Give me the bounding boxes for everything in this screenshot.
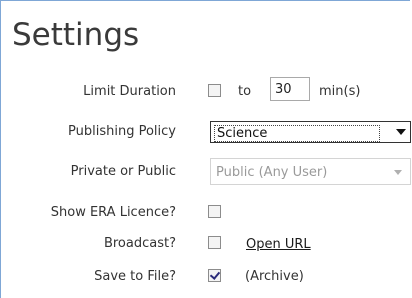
duration-minutes-input[interactable] <box>270 77 310 101</box>
archive-note: (Archive) <box>245 269 304 284</box>
broadcast-checkbox[interactable] <box>208 236 221 249</box>
publishing-policy-value: Science <box>214 125 380 142</box>
private-public-label: Private or Public <box>70 164 176 179</box>
settings-panel: Settings Limit Duration to min(s) Publis… <box>0 0 411 298</box>
publishing-policy-label: Publishing Policy <box>68 124 176 139</box>
to-label: to <box>238 84 252 99</box>
chevron-down-icon <box>396 129 406 135</box>
broadcast-label: Broadcast? <box>103 236 176 251</box>
chevron-down-icon <box>394 170 402 175</box>
private-public-value: Public (Any User) <box>216 165 328 180</box>
limit-duration-label: Limit Duration <box>83 84 176 99</box>
save-to-file-checkbox[interactable] <box>208 269 221 282</box>
save-to-file-label: Save to File? <box>94 269 176 284</box>
publishing-policy-select[interactable]: Science <box>210 121 411 143</box>
minutes-unit-label: min(s) <box>319 84 361 99</box>
private-public-select: Public (Any User) <box>210 158 411 185</box>
open-url-link[interactable]: Open URL <box>246 237 311 252</box>
panel-title: Settings <box>12 17 140 53</box>
show-era-licence-label: Show ERA Licence? <box>50 205 176 220</box>
limit-duration-checkbox[interactable] <box>208 84 221 97</box>
show-era-licence-checkbox[interactable] <box>208 205 221 218</box>
